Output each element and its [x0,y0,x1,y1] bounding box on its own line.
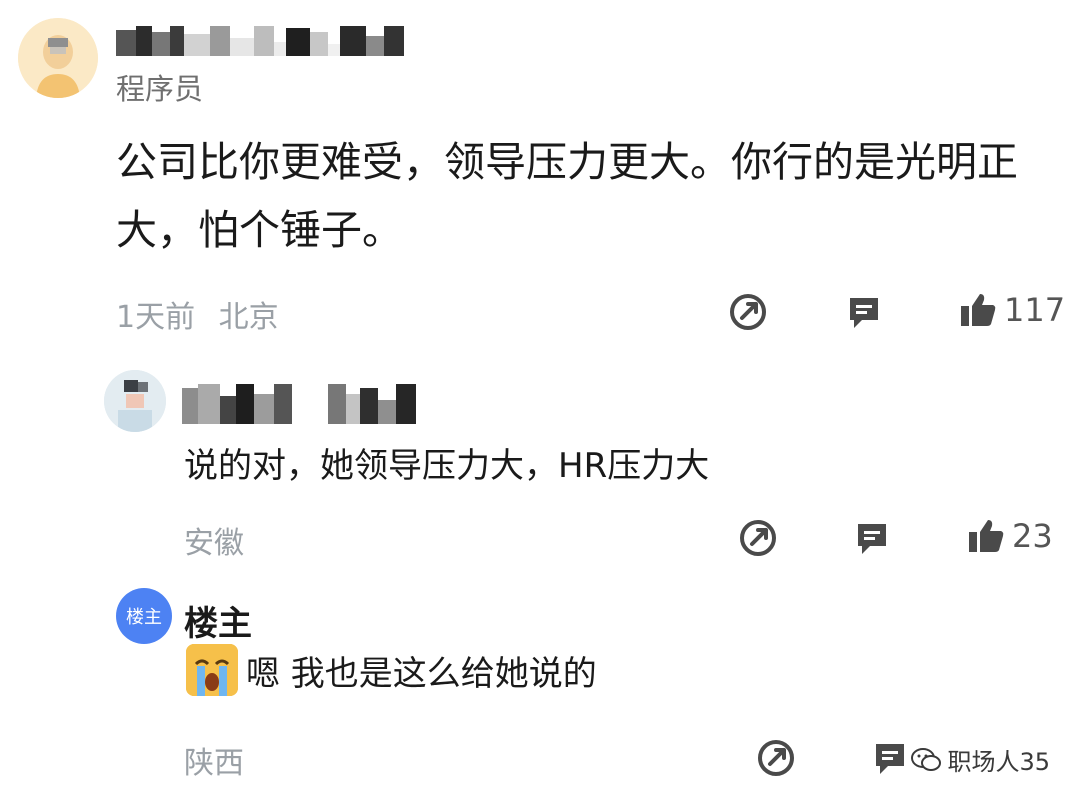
share-icon[interactable] [756,738,796,782]
reply-icon[interactable] [844,292,884,336]
op-reply: 嗯 我也是这么给她说的 [186,644,597,696]
comment-meta: 1天前 北京 [116,292,279,336]
op-avatar[interactable]: 楼主 [116,588,172,644]
like-button[interactable]: 23 [966,516,1053,556]
like-count: 117 [1004,291,1066,329]
reply-user-avatar[interactable] [104,370,166,432]
like-count: 23 [1012,517,1053,555]
thumbs-up-icon [969,520,1004,552]
op-avatar-label: 楼主 [126,607,162,628]
op-name[interactable]: 楼主 [184,596,252,645]
thumbs-up-icon [961,294,996,326]
op-reply-text: 嗯 我也是这么给她说的 [246,653,597,694]
comment-text: 公司比你更难受，领导压力更大。你行的是光明正大，怕个锤子。 [116,138,1018,254]
op-reply-location: 陕西 [184,746,244,781]
share-icon[interactable] [728,292,768,336]
reply-icon[interactable] [852,518,892,562]
user-role: 程序员 [116,72,204,106]
wechat-icon [911,747,942,771]
crying-emoji-icon [186,644,238,696]
like-button[interactable]: 117 [958,290,1065,330]
reply-icon[interactable] [870,738,910,782]
user-avatar[interactable] [18,18,98,98]
avatar-illustration [104,370,166,432]
reply-text: 说的对，她领导压力大，HR压力大 [184,446,710,486]
watermark: 职场人35 [907,740,1054,779]
watermark-text: 职场人35 [947,748,1050,776]
reply-location: 安徽 [184,526,244,561]
username-blurred[interactable] [116,22,404,56]
share-icon[interactable] [738,518,778,562]
avatar-illustration [18,18,98,98]
comment-time: 1天前 [116,300,196,335]
reply-username-blurred[interactable] [182,380,416,424]
comment-location: 北京 [218,300,279,335]
